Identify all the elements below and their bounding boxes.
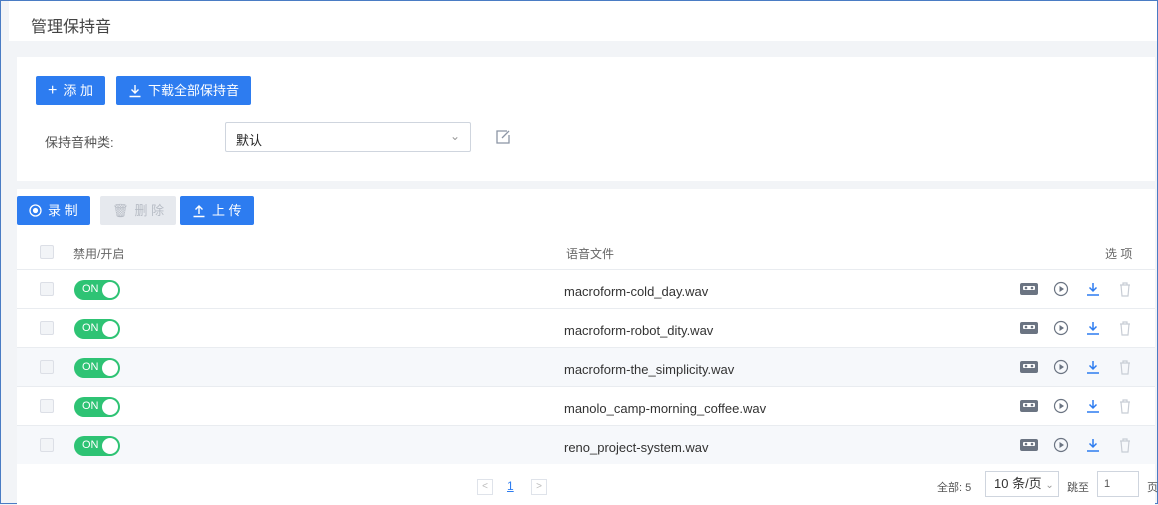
type-label: 保持音种类: <box>45 135 114 150</box>
cassette-icon[interactable] <box>1019 318 1039 338</box>
download-all-button[interactable]: 下载全部保持音 <box>116 76 252 105</box>
type-select[interactable]: 默认 ⌄ <box>225 122 471 152</box>
table-row: ON macroform-robot_dity.wav <box>17 308 1155 347</box>
row-checkbox[interactable] <box>40 438 54 452</box>
toggle-state: ON <box>82 400 99 412</box>
table-row: ON macroform-the_simplicity.wav <box>17 347 1155 386</box>
record-icon <box>29 204 42 217</box>
table-row: ON manolo_camp-morning_coffee.wav <box>17 386 1155 425</box>
file-name: manolo_camp-morning_coffee.wav <box>564 401 767 416</box>
table-row: ON reno_project-system.wav <box>17 425 1155 464</box>
toggle-state: ON <box>82 322 99 334</box>
download-icon[interactable] <box>1083 357 1103 377</box>
page-unit-label: 页 <box>1147 482 1158 494</box>
row-options <box>1019 435 1135 455</box>
file-name: reno_project-system.wav <box>564 440 709 455</box>
toggle-state: ON <box>82 361 99 373</box>
select-all-checkbox[interactable] <box>40 245 54 259</box>
row-options <box>1019 279 1135 299</box>
trash-icon[interactable] <box>1115 318 1135 338</box>
jump-input[interactable]: 1 <box>1097 471 1139 497</box>
pagination: < 1 > 全部: 5 10 条/页 ⌄ 跳至 1 页 <box>1 467 1158 505</box>
row-checkbox[interactable] <box>40 399 54 413</box>
jump-label: 跳至 <box>1067 482 1089 494</box>
type-select-value: 默认 <box>236 133 263 148</box>
table-row: ON macroform-cold_day.wav <box>17 269 1155 308</box>
header-file: 语音文件 <box>566 247 615 261</box>
next-page-button[interactable]: > <box>531 479 547 495</box>
download-icon[interactable] <box>1083 318 1103 338</box>
chevron-down-icon: ⌄ <box>449 129 460 143</box>
trash-icon: 🗑 <box>112 203 129 218</box>
file-name: macroform-robot_dity.wav <box>564 323 714 338</box>
download-all-label: 下载全部保持音 <box>148 83 240 98</box>
page-size-value: 10 条/页 <box>994 476 1042 491</box>
download-icon[interactable] <box>1083 396 1103 416</box>
page-title: 管理保持音 <box>31 19 112 36</box>
play-icon[interactable] <box>1051 279 1071 299</box>
row-checkbox[interactable] <box>40 282 54 296</box>
row-options <box>1019 357 1135 377</box>
chevron-down-icon: ⌄ <box>1045 480 1054 491</box>
page-1-link[interactable]: 1 <box>507 479 514 493</box>
enable-toggle[interactable]: ON <box>74 436 120 456</box>
cassette-icon[interactable] <box>1019 396 1039 416</box>
trash-icon[interactable] <box>1115 435 1135 455</box>
download-icon <box>129 84 141 97</box>
add-button-label: 添 加 <box>63 83 93 98</box>
edit-icon[interactable] <box>494 128 512 146</box>
plus-icon: + <box>48 81 58 99</box>
toggle-knob <box>102 399 118 415</box>
play-icon[interactable] <box>1051 396 1071 416</box>
play-icon[interactable] <box>1051 357 1071 377</box>
enable-toggle[interactable]: ON <box>74 319 120 339</box>
play-icon[interactable] <box>1051 435 1071 455</box>
delete-button[interactable]: 🗑 删 除 <box>100 196 177 225</box>
file-name: macroform-the_simplicity.wav <box>564 362 735 377</box>
download-icon[interactable] <box>1083 435 1103 455</box>
toggle-knob <box>102 360 118 376</box>
row-options <box>1019 396 1135 416</box>
enable-toggle[interactable]: ON <box>74 397 120 417</box>
prev-page-button[interactable]: < <box>477 479 493 495</box>
play-icon[interactable] <box>1051 318 1071 338</box>
row-options <box>1019 318 1135 338</box>
enable-toggle[interactable]: ON <box>74 358 120 378</box>
cassette-icon[interactable] <box>1019 357 1039 377</box>
toggle-knob <box>102 438 118 454</box>
toggle-knob <box>102 321 118 337</box>
trash-icon[interactable] <box>1115 357 1135 377</box>
table-header: 禁用/开启 语音文件 选 项 <box>17 237 1155 267</box>
header-options: 选 项 <box>1105 247 1133 261</box>
cassette-icon[interactable] <box>1019 435 1039 455</box>
trash-icon[interactable] <box>1115 396 1135 416</box>
page-header: 管理保持音 <box>9 1 1157 41</box>
file-name: macroform-cold_day.wav <box>564 284 709 299</box>
cassette-icon[interactable] <box>1019 279 1039 299</box>
row-checkbox[interactable] <box>40 321 54 335</box>
add-button[interactable]: + 添 加 <box>36 76 105 105</box>
upload-icon <box>193 204 205 217</box>
record-button[interactable]: 录 制 <box>17 196 90 225</box>
trash-icon[interactable] <box>1115 279 1135 299</box>
jump-input-value: 1 <box>1104 478 1111 490</box>
upload-button[interactable]: 上 传 <box>180 196 254 225</box>
total-count: 全部: 5 <box>937 482 972 494</box>
enable-toggle[interactable]: ON <box>74 280 120 300</box>
upload-label: 上 传 <box>212 203 242 218</box>
toggle-state: ON <box>82 283 99 295</box>
header-toggle: 禁用/开启 <box>73 247 125 261</box>
row-checkbox[interactable] <box>40 360 54 374</box>
toggle-knob <box>102 282 118 298</box>
toggle-state: ON <box>82 439 99 451</box>
record-label: 录 制 <box>48 203 78 218</box>
page-size-select[interactable]: 10 条/页 ⌄ <box>985 471 1059 497</box>
download-icon[interactable] <box>1083 279 1103 299</box>
delete-label: 删 除 <box>134 203 165 218</box>
